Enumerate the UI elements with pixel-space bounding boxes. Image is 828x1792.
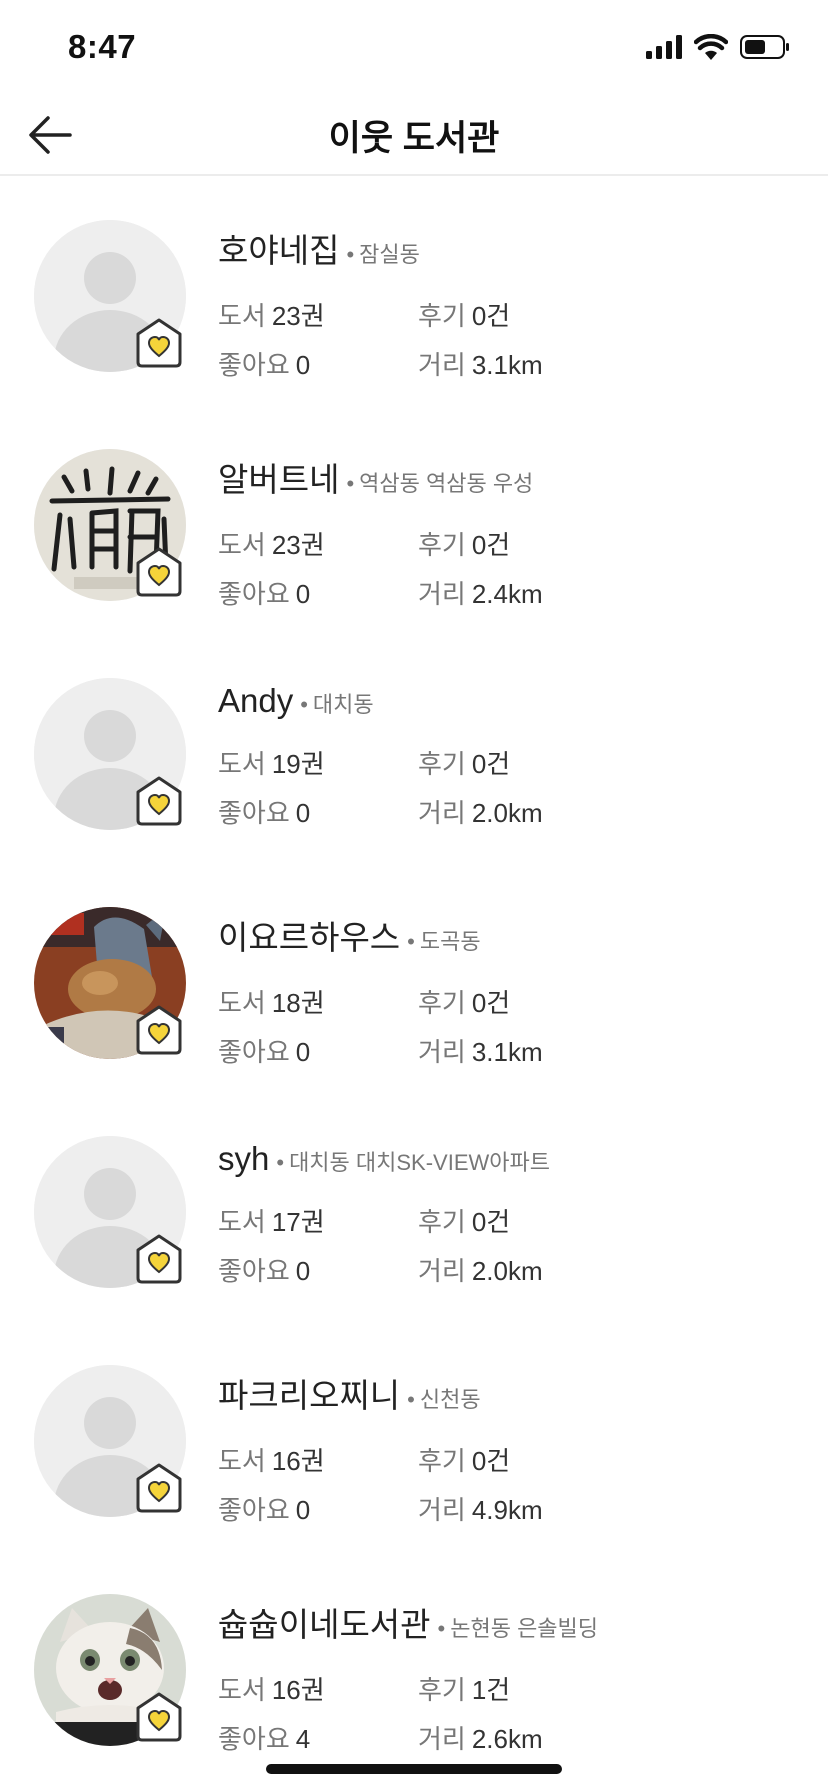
library-location: 대치동 대치SK-VIEW아파트 [289, 1150, 550, 1175]
library-name: 파크리오찌니 [218, 1377, 401, 1414]
distance-stat: 거리 2.6km [418, 1724, 543, 1754]
reviews-stat: 후기 0건 [418, 749, 511, 779]
library-location: 도곡동 [419, 929, 481, 954]
library-location: 대치동 [312, 692, 374, 717]
books-stat: 도서 23권 [218, 530, 325, 560]
library-name: 호야네집 [218, 232, 340, 269]
heart-house-icon [136, 318, 182, 368]
library-list-item[interactable]: 슙슙이네도서관 • 논현동 은솔빌딩 도서 16권 후기 1건 좋아요 4 거리 2.6… [0, 1550, 828, 1779]
library-location: 역삼동 역삼동 우성 [359, 471, 534, 496]
books-stat: 도서 16권 [218, 1446, 325, 1476]
likes-stat: 좋아요 0 [218, 579, 311, 609]
status-time: 8:47 [68, 28, 137, 65]
library-name: Andy [218, 682, 294, 719]
home-indicator[interactable] [266, 1764, 562, 1774]
library-list-item[interactable]: Andy • 대치동 도서 19권 후기 0건 좋아요 0 거리 2.0km [0, 634, 828, 863]
heart-house-icon [136, 776, 182, 826]
status-bar: 8:47 [0, 0, 828, 96]
library-list-item[interactable]: 호야네집 • 잠실동 도서 23권 후기 0건 좋아요 0 거리 3.1km [0, 176, 828, 405]
library-list-item[interactable]: 파크리오찌니 • 신천동 도서 16권 후기 0건 좋아요 0 거리 4.9km [0, 1321, 828, 1550]
avatar [34, 1136, 186, 1288]
reviews-stat: 후기 0건 [418, 1446, 511, 1476]
neighbor-library-list: 호야네집 • 잠실동 도서 23권 후기 0건 좋아요 0 거리 3.1km 알… [0, 176, 828, 1779]
library-name: 알버트네 [218, 461, 340, 498]
heart-house-icon [136, 547, 182, 597]
distance-stat: 거리 3.1km [418, 1037, 543, 1067]
nav-bar: 이웃 도서관 [0, 96, 828, 176]
heart-house-icon [136, 1692, 182, 1742]
likes-stat: 좋아요 0 [218, 1495, 311, 1525]
heart-house-icon [136, 1005, 182, 1055]
separator-dot: • [346, 471, 355, 496]
heart-house-icon [136, 1463, 182, 1513]
books-stat: 도서 19권 [218, 749, 325, 779]
likes-stat: 좋아요 0 [218, 350, 311, 380]
cellular-signal-icon [646, 35, 682, 59]
avatar [34, 449, 186, 601]
battery-icon [740, 35, 789, 59]
page-title: 이웃 도서관 [328, 119, 500, 158]
avatar [34, 907, 186, 1059]
avatar [34, 1365, 186, 1517]
reviews-stat: 후기 1건 [418, 1675, 511, 1705]
separator-dot: • [437, 1616, 446, 1641]
reviews-stat: 후기 0건 [418, 1207, 511, 1237]
library-list-item[interactable]: 알버트네 • 역삼동 역삼동 우성 도서 23권 후기 0건 좋아요 0 거리 2.4k… [0, 405, 828, 634]
separator-dot: • [407, 1387, 415, 1412]
distance-stat: 거리 2.0km [418, 798, 543, 828]
status-icons [646, 34, 790, 60]
separator-dot: • [276, 1150, 285, 1175]
likes-stat: 좋아요 4 [218, 1724, 311, 1754]
wifi-icon [694, 34, 728, 60]
books-stat: 도서 23권 [218, 301, 325, 331]
distance-stat: 거리 4.9km [418, 1495, 543, 1525]
heart-house-icon [136, 1234, 182, 1284]
reviews-stat: 후기 0건 [418, 530, 511, 560]
avatar [34, 220, 186, 372]
distance-stat: 거리 3.1km [418, 350, 543, 380]
likes-stat: 좋아요 0 [218, 798, 311, 828]
separator-dot: • [346, 242, 355, 267]
library-list-item[interactable]: 이요르하우스 • 도곡동 도서 18권 후기 0건 좋아요 0 거리 3.1km [0, 863, 828, 1092]
books-stat: 도서 16권 [218, 1675, 325, 1705]
books-stat: 도서 17권 [218, 1207, 325, 1237]
likes-stat: 좋아요 0 [218, 1037, 311, 1067]
library-name: 이요르하우스 [218, 919, 401, 956]
reviews-stat: 후기 0건 [418, 301, 511, 331]
distance-stat: 거리 2.0km [418, 1256, 543, 1286]
separator-dot: • [300, 692, 308, 717]
library-location: 신천동 [419, 1387, 481, 1412]
library-list-item[interactable]: syh • 대치동 대치SK-VIEW아파트 도서 17권 후기 0건 좋아요 0 거… [0, 1092, 828, 1321]
library-name: 슙슙이네도서관 [218, 1606, 431, 1643]
reviews-stat: 후기 0건 [418, 988, 511, 1018]
library-name: syh [218, 1140, 270, 1177]
library-location: 잠실동 [359, 242, 420, 267]
distance-stat: 거리 2.4km [418, 579, 543, 609]
books-stat: 도서 18권 [218, 988, 325, 1018]
likes-stat: 좋아요 0 [218, 1256, 311, 1286]
library-location: 논현동 은솔빌딩 [450, 1616, 599, 1641]
avatar [34, 678, 186, 830]
separator-dot: • [407, 929, 415, 954]
avatar [34, 1594, 186, 1746]
